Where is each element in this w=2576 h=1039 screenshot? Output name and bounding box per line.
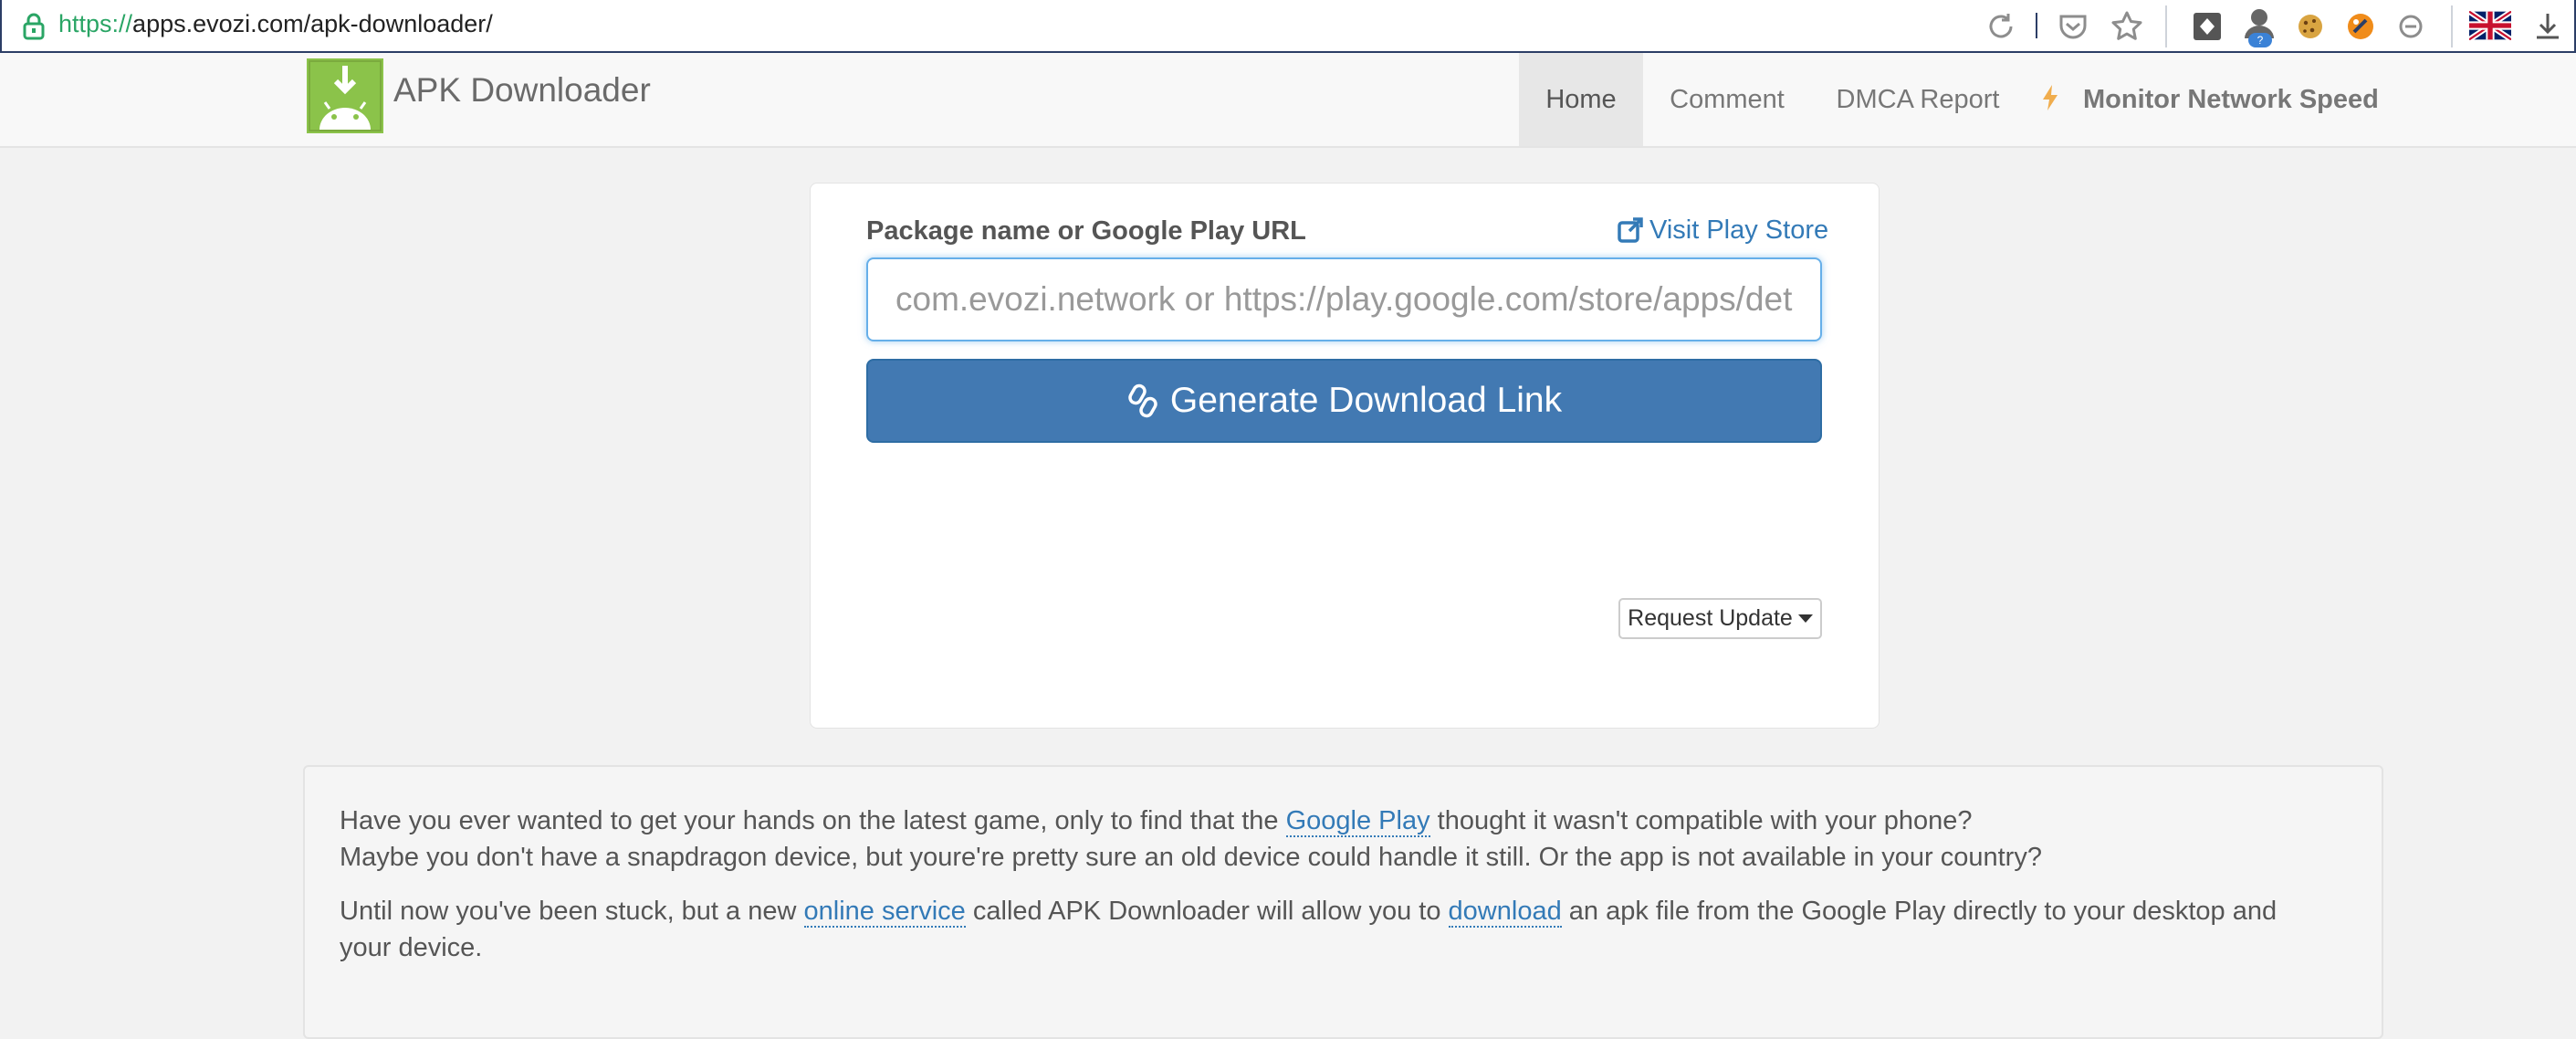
nav-home[interactable]: Home [1519, 53, 1643, 146]
lock-icon [23, 13, 45, 40]
external-link-icon [1618, 217, 1643, 243]
site-header: APK Downloader Home Comment DMCA Report … [0, 53, 2576, 148]
caret-down-icon [1797, 614, 1813, 623]
nav-monitor-network-speed[interactable]: Monitor Network Speed [2041, 53, 2392, 146]
avatar-icon[interactable]: ? [2240, 5, 2278, 47]
extension-icon[interactable] [2190, 9, 2225, 44]
visit-play-store-link[interactable]: Visit Play Store [1617, 214, 1828, 247]
browser-toolbar: https://apps.evozi.com/apk-downloader/ ? [0, 0, 2576, 53]
star-icon[interactable] [2110, 9, 2144, 44]
download-link[interactable]: download [1448, 897, 1562, 928]
link-icon [1128, 383, 1157, 418]
generate-download-link-button[interactable]: Generate Download Link [866, 359, 1822, 443]
reload-icon[interactable] [1984, 9, 2018, 44]
info-text: called APK Downloader will allow you to [965, 897, 1449, 926]
toolbar-separator [2165, 5, 2167, 47]
extension-orange-icon[interactable] [2343, 9, 2378, 44]
package-field-label: Package name or Google Play URL [866, 216, 1306, 246]
android-logo-icon[interactable] [307, 58, 383, 133]
cookie-icon[interactable] [2293, 9, 2328, 44]
url-path: apps.evozi.com/apk-downloader/ [132, 10, 493, 37]
request-update-dropdown[interactable]: Request Update [1618, 598, 1822, 639]
minus-circle-icon[interactable] [2393, 9, 2428, 44]
package-input[interactable] [866, 257, 1822, 341]
download-icon[interactable] [2530, 9, 2565, 44]
nav-dmca-report[interactable]: DMCA Report [1817, 53, 2019, 146]
toolbar-separator [2451, 5, 2453, 47]
online-service-link[interactable]: online service [803, 897, 966, 928]
google-play-link[interactable]: Google Play [1285, 806, 1430, 837]
info-paragraph-1: Have you ever wanted to get your hands o… [340, 803, 2042, 876]
info-paragraph-2: Until now you've been stuck, but a new o… [340, 893, 2311, 966]
info-text: Until now you've been stuck, but a new [340, 897, 804, 926]
uk-flag-icon[interactable] [2469, 11, 2511, 40]
brand-title[interactable]: APK Downloader [393, 71, 651, 110]
svg-text:?: ? [2257, 34, 2264, 47]
info-text: Have you ever wanted to get your hands o… [340, 806, 1286, 835]
generate-button-label: Generate Download Link [1169, 381, 1563, 420]
bolt-icon [2043, 85, 2058, 110]
request-update-label: Request Update [1628, 605, 1793, 631]
pocket-icon[interactable] [2056, 9, 2090, 44]
nav-comment[interactable]: Comment [1645, 53, 1809, 146]
address-bar[interactable]: https://apps.evozi.com/apk-downloader/ [58, 8, 493, 39]
info-text: Maybe you don't have a snapdragon device… [340, 843, 2042, 872]
nav-monitor-label: Monitor Network Speed [2083, 85, 2379, 114]
toolbar-divider [2036, 13, 2037, 38]
info-text: thought it wasn't compatible with your p… [1429, 806, 1973, 835]
visit-play-store-label: Visit Play Store [1649, 215, 1829, 245]
url-scheme: https:// [58, 10, 133, 37]
